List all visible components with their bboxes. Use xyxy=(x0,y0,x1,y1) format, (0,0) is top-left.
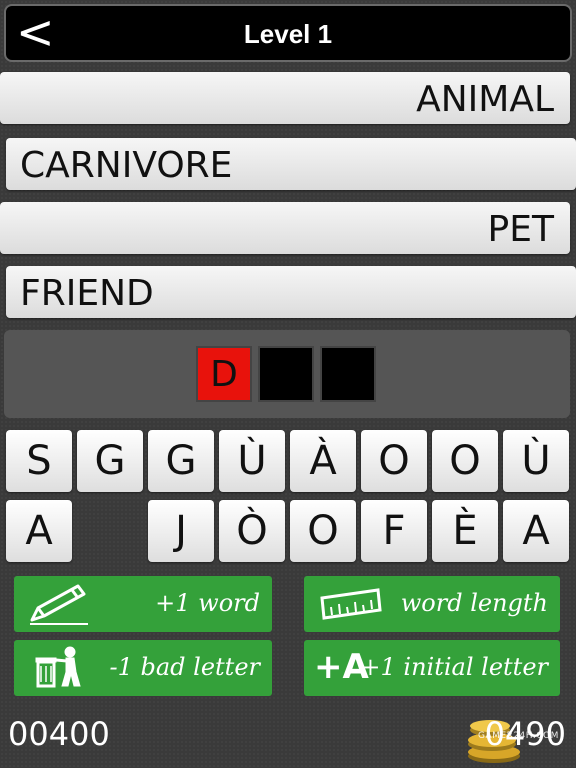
answer-slot-2[interactable] xyxy=(258,346,314,402)
letter-key[interactable]: Ò xyxy=(219,500,285,562)
score: 00400 xyxy=(8,715,110,753)
initial-letter-button[interactable]: +A +1 initial letter xyxy=(304,640,560,696)
clue-1: ANIMAL xyxy=(0,72,570,124)
plus-word-button[interactable]: +1 word xyxy=(14,576,272,632)
clue-3: PET xyxy=(0,202,570,254)
plus-word-label: +1 word xyxy=(155,589,260,617)
clue-4: FRIEND xyxy=(6,266,576,318)
ruler-icon xyxy=(320,588,382,620)
trash-icon xyxy=(35,646,81,688)
letter-key[interactable]: À xyxy=(290,430,356,492)
letter-key[interactable]: O xyxy=(361,430,427,492)
answer-slot-3[interactable] xyxy=(320,346,376,402)
letter-key[interactable]: O xyxy=(432,430,498,492)
bad-letter-label: -1 bad letter xyxy=(109,653,260,681)
answer-slot-1[interactable]: D xyxy=(196,346,252,402)
letter-key[interactable]: Ù xyxy=(503,430,569,492)
letter-key[interactable]: G xyxy=(77,430,143,492)
letter-key[interactable]: È xyxy=(432,500,498,562)
initial-letter-label: +1 initial letter xyxy=(360,653,548,681)
letter-key[interactable]: Ù xyxy=(219,430,285,492)
letter-key[interactable]: F xyxy=(361,500,427,562)
watermark: GAMER24H.COM xyxy=(478,731,559,741)
answer-panel: D xyxy=(4,330,570,418)
letter-key[interactable]: J xyxy=(148,500,214,562)
letter-key[interactable]: A xyxy=(503,500,569,562)
word-length-button[interactable]: word length xyxy=(304,576,560,632)
letter-key[interactable]: G xyxy=(148,430,214,492)
letter-key[interactable]: S xyxy=(6,430,72,492)
word-length-label: word length xyxy=(400,589,548,617)
pencil-icon xyxy=(30,584,88,625)
clue-2: CARNIVORE xyxy=(6,138,576,190)
top-bar: < Level 1 xyxy=(4,4,572,62)
bad-letter-button[interactable]: -1 bad letter xyxy=(14,640,272,696)
letter-key[interactable]: A xyxy=(6,500,72,562)
level-title: Level 1 xyxy=(243,19,333,49)
letter-key[interactable]: O xyxy=(290,500,356,562)
